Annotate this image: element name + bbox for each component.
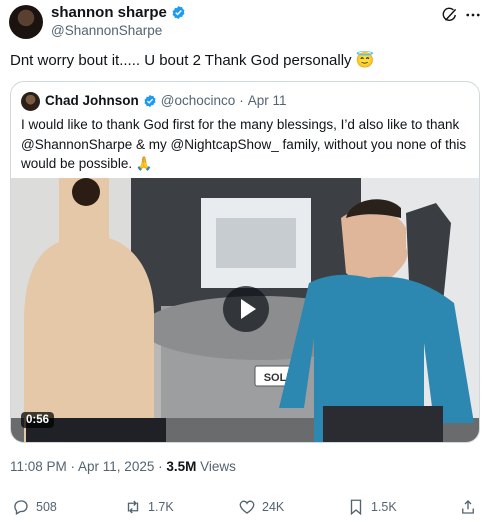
like-count: 24K bbox=[262, 500, 285, 514]
like-button[interactable]: 24K bbox=[238, 498, 284, 516]
reply-button[interactable]: 508 bbox=[12, 498, 57, 516]
reply-count: 508 bbox=[36, 500, 57, 514]
tweet-text: Dnt worry bout it..... U bout 2 Thank Go… bbox=[10, 51, 374, 69]
quote-author-handle[interactable]: @ochocinco bbox=[161, 93, 236, 108]
video-player[interactable]: SOLD 0:56 bbox=[11, 178, 479, 442]
repost-button[interactable]: 1.7K bbox=[124, 498, 174, 516]
repost-count: 1.7K bbox=[148, 500, 174, 514]
quote-header[interactable]: Chad Johnson @ochocinco · Apr 11 bbox=[45, 93, 287, 108]
author-name-row[interactable]: shannon sharpe bbox=[51, 4, 186, 21]
tweet-timestamp[interactable]: 11:08 PM · Apr 11, 2025 · bbox=[10, 459, 166, 474]
quote-author-name[interactable]: Chad Johnson bbox=[45, 93, 139, 108]
bookmark-button[interactable]: 1.5K bbox=[347, 498, 397, 516]
quoted-tweet[interactable]: Chad Johnson @ochocinco · Apr 11 I would… bbox=[10, 81, 480, 443]
play-button[interactable] bbox=[223, 286, 269, 332]
more-icon[interactable] bbox=[464, 6, 482, 24]
views-label: Views bbox=[196, 459, 236, 474]
video-duration: 0:56 bbox=[21, 412, 55, 428]
author-name[interactable]: shannon sharpe bbox=[51, 4, 167, 21]
verified-badge-icon bbox=[144, 94, 156, 107]
play-icon bbox=[241, 299, 256, 319]
share-button[interactable] bbox=[459, 498, 477, 516]
reply-icon bbox=[14, 500, 28, 515]
tweet-meta: 11:08 PM · Apr 11, 2025 · 3.5M Views bbox=[10, 459, 236, 474]
halo-emoji: 😇 bbox=[355, 52, 375, 69]
pray-emoji: 🙏 bbox=[135, 156, 153, 171]
grok-icon[interactable] bbox=[441, 6, 459, 24]
repost-icon bbox=[127, 500, 139, 514]
quote-text: I would like to thank God first for the … bbox=[21, 115, 471, 174]
like-icon bbox=[239, 500, 255, 514]
author-handle[interactable]: @ShannonSharpe bbox=[51, 23, 162, 38]
tweet-body: Dnt worry bout it..... U bout 2 Thank Go… bbox=[10, 52, 352, 69]
author-avatar[interactable] bbox=[9, 5, 43, 39]
quote-separator: · bbox=[239, 93, 244, 108]
quote-date[interactable]: Apr 11 bbox=[248, 93, 287, 108]
bookmark-count: 1.5K bbox=[371, 500, 397, 514]
quote-body: I would like to thank God first for the … bbox=[21, 117, 467, 171]
bookmark-icon bbox=[350, 499, 362, 516]
quote-author-avatar[interactable] bbox=[21, 92, 40, 111]
action-bar: 508 1.7K 24K 1.5K bbox=[0, 498, 486, 518]
verified-badge-icon bbox=[172, 5, 185, 20]
views-count: 3.5M bbox=[166, 459, 197, 474]
share-icon bbox=[462, 500, 474, 514]
